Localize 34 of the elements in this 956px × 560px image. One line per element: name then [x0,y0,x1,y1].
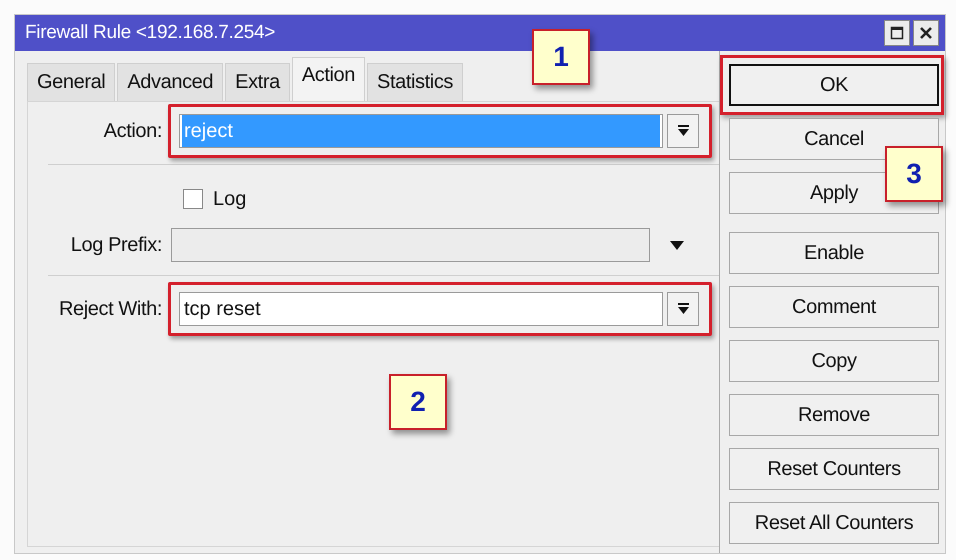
field-value: tcp reset [183,296,262,322]
checkbox-label: Log [213,188,246,210]
dialog-button[interactable]: Copy [729,340,939,382]
dialog-button[interactable]: Reset All Counters [729,502,939,544]
dialog-button[interactable]: Enable [729,232,939,274]
text-field[interactable] [171,228,650,262]
dialog-button[interactable]: Cancel [729,118,939,160]
tab[interactable]: Statistics [367,63,464,101]
dropdown-arrow-icon[interactable] [670,240,684,250]
dropdown-arrow-icon [678,125,688,137]
field-label: Log Prefix: [70,234,163,256]
maximize-icon [890,26,904,40]
dropdown-button[interactable] [667,114,699,148]
dialog-button[interactable]: Remove [729,394,939,436]
dropdown-arrow-icon [678,303,688,315]
tab[interactable]: Extra [225,63,290,101]
checkbox[interactable] [183,189,203,209]
window-title: Firewall Rule <192.168.7.254> [25,22,276,44]
field-label: Reject With: [58,298,163,320]
dropdown-button[interactable] [667,292,699,326]
callout-tooltip: 2 [389,374,447,430]
dropdown-field[interactable]: tcp reset [179,292,663,326]
close-button[interactable] [913,20,939,46]
field-label: Action: [102,120,163,142]
callout-tooltip: 1 [532,29,590,85]
dialog-button[interactable]: OK [729,64,939,106]
tab[interactable]: Action [292,57,365,101]
callout-tooltip: 3 [885,146,943,202]
maximize-button[interactable] [884,20,910,46]
tab[interactable]: Advanced [117,63,224,101]
dialog-button[interactable]: Reset Counters [729,448,939,490]
tab[interactable]: General [27,63,116,101]
dialog-button[interactable]: Comment [729,286,939,328]
close-icon [919,26,933,40]
